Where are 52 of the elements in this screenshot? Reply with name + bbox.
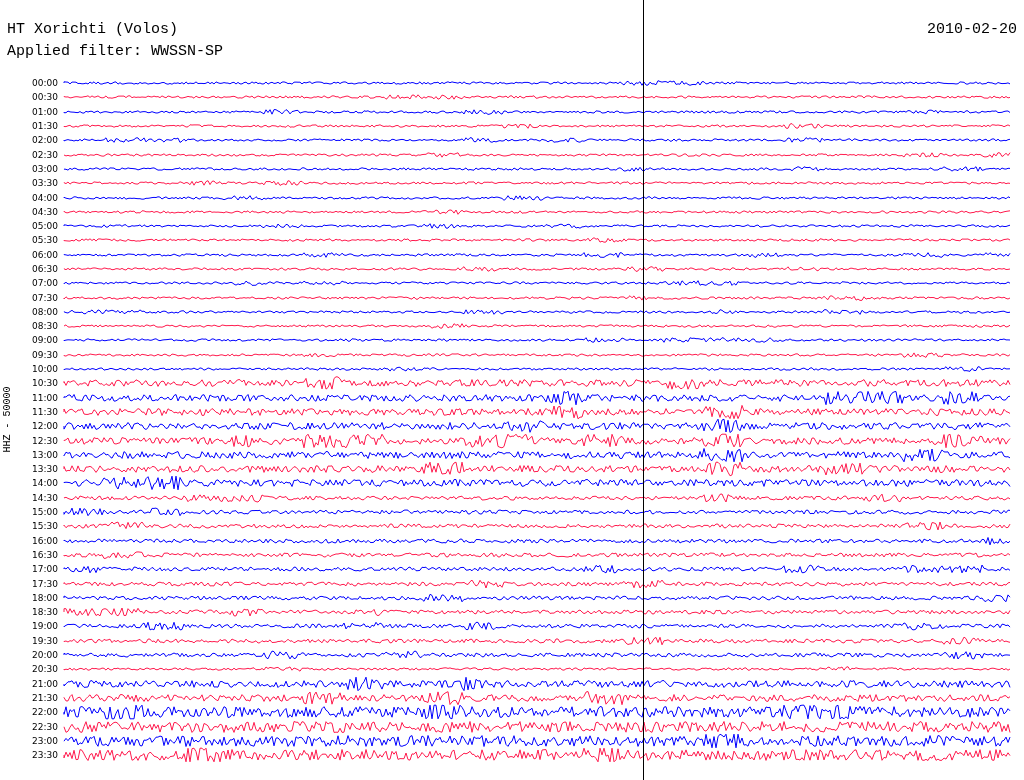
time-label: 08:00 — [31, 306, 59, 317]
time-label: 00:00 — [31, 78, 59, 89]
time-label: 19:30 — [31, 635, 59, 646]
time-label: 13:30 — [31, 464, 59, 475]
time-label: 20:00 — [31, 650, 59, 660]
time-label: 01:00 — [31, 106, 59, 117]
time-label: 06:00 — [31, 249, 59, 260]
time-label: 09:00 — [31, 335, 59, 346]
time-label: 19:00 — [31, 621, 59, 632]
time-label: 06:30 — [31, 264, 59, 274]
time-label: 10:30 — [31, 378, 59, 389]
axis-label: HHZ - 50000 — [0, 386, 14, 453]
time-label: 23:30 — [31, 750, 59, 761]
filter-label: Applied filter: WWSSN-SP — [7, 43, 224, 60]
time-label: 09:30 — [31, 349, 59, 360]
time-label: 02:00 — [31, 135, 59, 146]
time-label: 22:00 — [31, 707, 59, 718]
time-label: 18:30 — [31, 607, 59, 618]
time-label: 13:00 — [31, 449, 59, 460]
time-label: 11:00 — [31, 392, 59, 403]
time-label: 21:30 — [31, 692, 59, 703]
time-label: 20:30 — [31, 664, 59, 675]
time-label: 12:00 — [31, 421, 59, 432]
time-label: 10:00 — [31, 364, 59, 375]
time-label: 22:30 — [31, 721, 59, 732]
time-label: 02:30 — [31, 149, 59, 160]
time-label: 08:30 — [31, 321, 59, 332]
date-label: 2010-02-20 — [927, 20, 1017, 40]
time-label: 16:00 — [31, 535, 59, 546]
time-label: 05:30 — [31, 235, 59, 246]
time-label: 03:00 — [31, 163, 59, 174]
time-label: 07:30 — [31, 292, 59, 303]
time-label: 04:00 — [31, 192, 59, 203]
time-label: 05:00 — [31, 221, 59, 232]
time-label: 03:30 — [31, 178, 59, 189]
time-label: 14:00 — [31, 478, 59, 489]
time-label: 07:00 — [31, 278, 59, 289]
time-label: 18:00 — [31, 592, 59, 603]
time-label: 15:00 — [31, 507, 59, 518]
time-label: 23:00 — [31, 735, 59, 746]
time-label: 04:30 — [31, 206, 59, 217]
time-label: 15:30 — [31, 521, 59, 532]
time-label: 21:00 — [31, 678, 59, 689]
time-label: 00:30 — [31, 92, 59, 103]
time-label: 12:30 — [31, 435, 59, 446]
time-label: 01:30 — [31, 121, 59, 132]
time-label: 14:30 — [31, 492, 59, 503]
time-label: 17:30 — [31, 578, 59, 589]
time-label: 16:30 — [31, 549, 59, 560]
time-label: 11:30 — [31, 406, 59, 417]
station-title: HT Xorichti (Volos) — [7, 20, 179, 40]
time-label: 17:00 — [31, 564, 59, 575]
